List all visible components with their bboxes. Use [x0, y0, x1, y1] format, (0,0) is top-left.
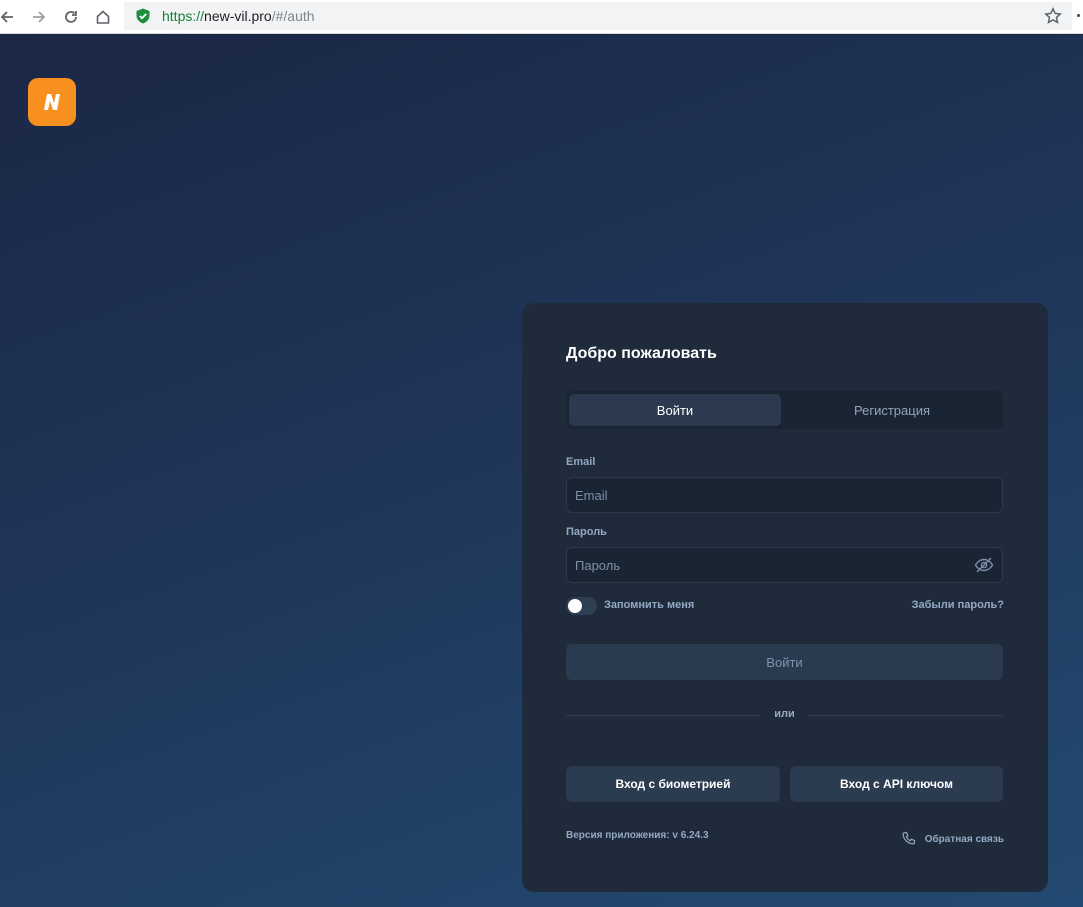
back-button[interactable]: [0, 4, 20, 30]
reload-button[interactable]: [58, 4, 84, 30]
feedback-link[interactable]: Обратная связь: [901, 831, 1004, 847]
forward-button[interactable]: [26, 4, 52, 30]
divider-text: или: [774, 708, 795, 720]
forgot-password-link[interactable]: Забыли пароль?: [912, 599, 1004, 611]
biometric-login-button[interactable]: Вход с биометрией: [566, 766, 780, 802]
remember-label: Запомнить меня: [604, 599, 695, 611]
app-version: Версия приложения: v 6.24.3: [566, 830, 709, 841]
arrow-left-icon: [0, 11, 13, 23]
brand-logo[interactable]: [28, 78, 76, 126]
divider-right: [809, 715, 1003, 716]
feedback-label: Обратная связь: [924, 833, 1004, 845]
home-button[interactable]: [90, 4, 116, 30]
home-icon: [96, 10, 110, 24]
tab-register[interactable]: Регистрация: [784, 394, 1000, 426]
email-label: Email: [566, 456, 596, 468]
email-field[interactable]: [566, 477, 1003, 513]
card-title: Добро пожаловать: [566, 345, 717, 362]
tab-login[interactable]: Войти: [569, 394, 781, 426]
bookmark-star-icon[interactable]: [1044, 7, 1062, 25]
toggle-knob: [568, 599, 582, 613]
address-bar[interactable]: https://new-vil.pro/#/auth: [124, 2, 1072, 30]
password-field[interactable]: [566, 547, 1003, 583]
auth-tabs: Войти Регистрация: [566, 391, 1003, 429]
phone-icon: [902, 831, 915, 845]
login-submit-button[interactable]: Войти: [566, 644, 1003, 680]
password-label: Пароль: [566, 526, 607, 538]
menu-dot-icon[interactable]: [1077, 14, 1080, 17]
secure-shield-icon: [136, 8, 150, 24]
eye-off-icon[interactable]: [974, 556, 994, 574]
remember-toggle[interactable]: [566, 597, 597, 615]
browser-toolbar: https://new-vil.pro/#/auth: [0, 0, 1083, 34]
divider-left: [566, 715, 760, 716]
api-key-login-button[interactable]: Вход с API ключом: [790, 766, 1003, 802]
url-host: new-vil.pro: [204, 8, 272, 24]
url-text: https://new-vil.pro/#/auth: [162, 8, 315, 24]
arrow-right-icon: [33, 11, 46, 23]
auth-card: Добро пожаловать Войти Регистрация Email…: [522, 303, 1048, 892]
reload-icon: [65, 11, 77, 23]
brand-logo-icon: [44, 94, 60, 110]
url-path: /#/auth: [271, 8, 315, 24]
url-scheme: https://: [162, 8, 205, 24]
